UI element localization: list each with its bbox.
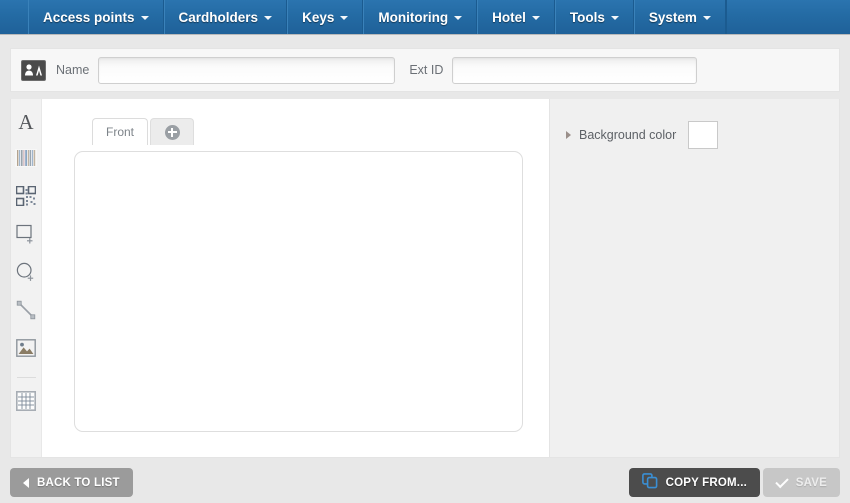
text-tool-button[interactable]: A bbox=[13, 109, 39, 135]
ext-id-label: Ext ID bbox=[409, 63, 444, 77]
copy-icon bbox=[641, 473, 658, 492]
nav-item-label: Access points bbox=[43, 9, 135, 25]
nav-item-monitoring[interactable]: Monitoring bbox=[363, 0, 478, 34]
chevron-down-icon bbox=[702, 16, 711, 20]
nav-item-label: Monitoring bbox=[378, 9, 449, 25]
qrcode-icon bbox=[15, 185, 37, 211]
card-canvas-area[interactable]: Front bbox=[42, 99, 549, 457]
copy-from-button[interactable]: COPY FROM... bbox=[628, 468, 760, 497]
chevron-left-icon bbox=[23, 477, 29, 488]
nav-item-hotel[interactable]: Hotel bbox=[477, 0, 555, 34]
nav-item-label: Hotel bbox=[492, 9, 526, 25]
name-input[interactable] bbox=[98, 56, 396, 84]
tab-front[interactable]: Front bbox=[92, 118, 149, 145]
background-color-row: Background color bbox=[566, 121, 839, 149]
grid-icon bbox=[16, 390, 36, 416]
chevron-down-icon bbox=[454, 16, 463, 20]
check-icon bbox=[775, 474, 789, 488]
background-color-swatch[interactable] bbox=[688, 121, 719, 149]
drawing-tool-rail: A bbox=[11, 99, 42, 457]
card-side-tabs: Front bbox=[92, 118, 196, 145]
nav-item-label: System bbox=[648, 9, 697, 25]
card-template-icon bbox=[21, 59, 46, 81]
card-preview-surface[interactable] bbox=[74, 151, 523, 432]
properties-panel: Background color bbox=[549, 99, 839, 457]
tab-add-side-button[interactable] bbox=[150, 118, 195, 145]
nav-item-keys[interactable]: Keys bbox=[287, 0, 364, 34]
name-label: Name bbox=[56, 63, 90, 77]
ext-id-input[interactable] bbox=[452, 56, 698, 84]
image-icon bbox=[16, 338, 36, 362]
copy-from-label: COPY FROM... bbox=[665, 476, 747, 489]
circle-add-icon bbox=[16, 262, 36, 287]
tab-label: Front bbox=[106, 125, 135, 139]
record-header-panel: Name Ext ID bbox=[10, 48, 840, 92]
rectangle-tool-button[interactable] bbox=[13, 223, 39, 249]
chevron-down-icon bbox=[610, 16, 619, 20]
background-color-label: Background color bbox=[579, 128, 677, 142]
line-icon bbox=[16, 300, 36, 325]
text-icon: A bbox=[18, 109, 34, 134]
nav-item-access-points[interactable]: Access points bbox=[28, 0, 164, 34]
plus-icon bbox=[164, 124, 180, 140]
save-label: SAVE bbox=[795, 476, 827, 489]
grid-tool-button[interactable] bbox=[13, 390, 39, 416]
main-navigation-bar: Access points Cardholders Keys Monitorin… bbox=[0, 0, 850, 35]
nav-item-label: Keys bbox=[302, 9, 335, 25]
nav-item-label: Tools bbox=[569, 9, 605, 25]
toolbar-divider bbox=[16, 377, 36, 378]
line-tool-button[interactable] bbox=[13, 299, 39, 325]
rectangle-add-icon bbox=[16, 224, 36, 249]
chevron-down-icon bbox=[531, 16, 540, 20]
chevron-right-icon[interactable] bbox=[566, 131, 571, 139]
nav-item-system[interactable]: System bbox=[633, 0, 726, 34]
barcode-icon bbox=[15, 148, 37, 172]
nav-item-label: Cardholders bbox=[178, 9, 259, 25]
nav-item-cardholders[interactable]: Cardholders bbox=[163, 0, 288, 34]
qrcode-tool-button[interactable] bbox=[13, 185, 39, 211]
nav-right-spacer bbox=[725, 0, 850, 34]
nav-item-tools[interactable]: Tools bbox=[554, 0, 634, 34]
back-to-list-button[interactable]: BACK TO LIST bbox=[10, 468, 133, 497]
image-tool-button[interactable] bbox=[13, 337, 39, 363]
nav-left-spacer bbox=[0, 0, 28, 34]
back-to-list-label: BACK TO LIST bbox=[37, 476, 120, 489]
chevron-down-icon bbox=[140, 16, 149, 20]
footer-action-bar: BACK TO LIST COPY FROM... SAVE bbox=[0, 466, 850, 503]
ellipse-tool-button[interactable] bbox=[13, 261, 39, 287]
barcode-tool-button[interactable] bbox=[13, 147, 39, 173]
card-designer-panel: A Front Background color bbox=[10, 99, 840, 458]
save-button[interactable]: SAVE bbox=[762, 468, 840, 497]
chevron-down-icon bbox=[264, 16, 273, 20]
chevron-down-icon bbox=[340, 16, 349, 20]
